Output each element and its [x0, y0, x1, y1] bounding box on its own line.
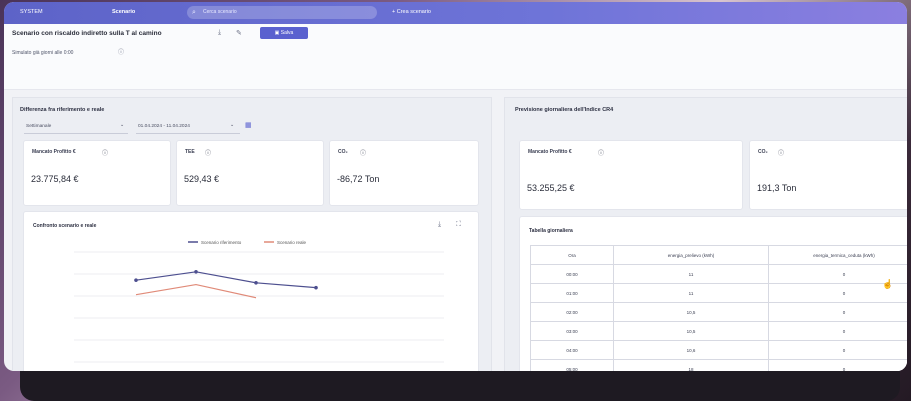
date-underline [136, 133, 240, 134]
select-underline [24, 133, 128, 134]
nav-system[interactable]: SYSTEM [20, 9, 43, 15]
table-row: 00:00 11 0 [530, 264, 907, 284]
table-cell: 0 [768, 340, 907, 360]
table-row: 01:00 11 0 [530, 283, 907, 303]
table-cell: 11 [613, 264, 769, 284]
kpi-value: 53.255,25 € [527, 183, 575, 193]
info-icon: ⓘ [102, 151, 109, 157]
info-icon: ⓘ [205, 151, 212, 157]
info-icon: ⓘ [118, 50, 125, 56]
table-cell: 03:00 [530, 321, 614, 341]
kpi-label: CO₂ [338, 149, 348, 155]
table-row: 04:00 10,6 0 [530, 340, 907, 360]
search-placeholder: Cerca scenario [203, 9, 237, 15]
new-scenario-link[interactable]: + Crea scenario [392, 9, 431, 15]
comparison-chart-card: Confronto scenario e reale ⤓ ⛶ Scenario … [23, 211, 479, 371]
kpi-value: 191,3 Ton [757, 183, 797, 193]
info-icon: ⓘ [778, 151, 785, 157]
edit-icon[interactable]: ✎ [236, 29, 242, 37]
page-subtitle: Simulato già giorni alle 0:00 [12, 50, 74, 56]
data-point [194, 270, 198, 274]
top-navigation-bar: SYSTEM Scenario ⌕ Cerca scenario + Crea … [4, 2, 907, 24]
data-point [254, 281, 258, 285]
column-header[interactable]: energia_prelievo (kWh) [613, 245, 769, 265]
kpi-label: Mancato Profitto € [528, 149, 572, 155]
search-input[interactable]: ⌕ Cerca scenario [187, 6, 377, 19]
column-header[interactable]: Ora [530, 245, 614, 265]
kpi-label: TEE [185, 149, 195, 155]
kpi-label: Mancato Profitto € [32, 149, 76, 155]
kpi-card-profit-forecast: Mancato Profitto € ⓘ 53.255,25 € [519, 140, 743, 210]
daily-table: Ora energia_prelievo (kWh) energia_termi… [530, 245, 907, 371]
table-cell: 10,6 [613, 340, 769, 360]
kpi-card-tee: TEE ⓘ 529,43 € [176, 140, 324, 206]
nav-scenario[interactable]: Scenario [112, 9, 135, 15]
date-range-field[interactable]: 01.04.2024 - 11.04.2024 [138, 124, 190, 129]
table-cell: 10,5 [613, 302, 769, 322]
chevron-down-icon[interactable]: ⌄ [230, 123, 234, 128]
info-icon: ⓘ [598, 151, 605, 157]
kpi-label: CO₂ [758, 149, 768, 155]
period-select[interactable]: Settimanale [26, 124, 51, 129]
kpi-value: 23.775,84 € [31, 174, 79, 184]
table-cell: 00:00 [530, 264, 614, 284]
legend-label-b: Scenario reale [277, 240, 307, 245]
table-row: 05:00 18 0 [530, 359, 907, 371]
kpi-card-co2: CO₂ ⓘ -86,72 Ton [329, 140, 479, 206]
table-title: Tabella giornaliera [529, 228, 573, 234]
table-header-row: Ora energia_prelievo (kWh) energia_termi… [530, 245, 907, 265]
table-cell: 01:00 [530, 283, 614, 303]
info-icon: ⓘ [360, 151, 367, 157]
chevron-down-icon[interactable]: ⌄ [120, 123, 124, 128]
search-icon: ⌕ [192, 9, 196, 16]
mouse-cursor-icon: ☝ [882, 279, 894, 289]
daily-table-card: Tabella giornaliera Ora energia_prelievo… [519, 216, 907, 371]
data-point [314, 285, 318, 290]
table-cell: 02:00 [530, 302, 614, 322]
data-point [134, 278, 138, 282]
table-row: 02:00 10,5 0 [530, 302, 907, 322]
table-cell: 05:00 [530, 359, 614, 371]
table-cell: 04:00 [530, 340, 614, 360]
page-title: Scenario con riscaldo indiretto sulla T … [12, 30, 162, 37]
table-cell: 11 [613, 283, 769, 303]
kpi-card-profit: Mancato Profitto € ⓘ 23.775,84 € [23, 140, 171, 206]
legend: Scenario riferimento Scenario reale [188, 240, 307, 245]
table-row: 03:00 10,5 0 [530, 321, 907, 341]
comparison-panel-title: Differenza fra riferimento e reale [20, 107, 105, 113]
calendar-icon[interactable]: ▦ [245, 121, 252, 129]
column-header[interactable]: energia_termica_ceduta (kWh) [768, 245, 907, 265]
forecast-panel-title: Previsione giornaliera dell'Indice CR4 [515, 107, 614, 113]
save-button[interactable]: ▣ Salva [260, 27, 308, 39]
table-cell: 18 [613, 359, 769, 371]
app-window: SYSTEM Scenario ⌕ Cerca scenario + Crea … [4, 2, 907, 371]
kpi-value: -86,72 Ton [337, 174, 380, 184]
table-cell: 0 [768, 321, 907, 341]
line-chart: Scenario riferimento Scenario reale [74, 240, 444, 363]
kpi-value: 529,43 € [184, 174, 220, 184]
download-icon[interactable]: ⤓ [218, 29, 221, 37]
table-cell: 0 [768, 302, 907, 322]
chart-grid [74, 251, 444, 363]
table-cell: 10,5 [613, 321, 769, 341]
table-cell: 0 [768, 359, 907, 371]
kpi-card-co2-forecast: CO₂ ⓘ 191,3 Ton [749, 140, 907, 210]
legend-label-a: Scenario riferimento [201, 240, 242, 245]
